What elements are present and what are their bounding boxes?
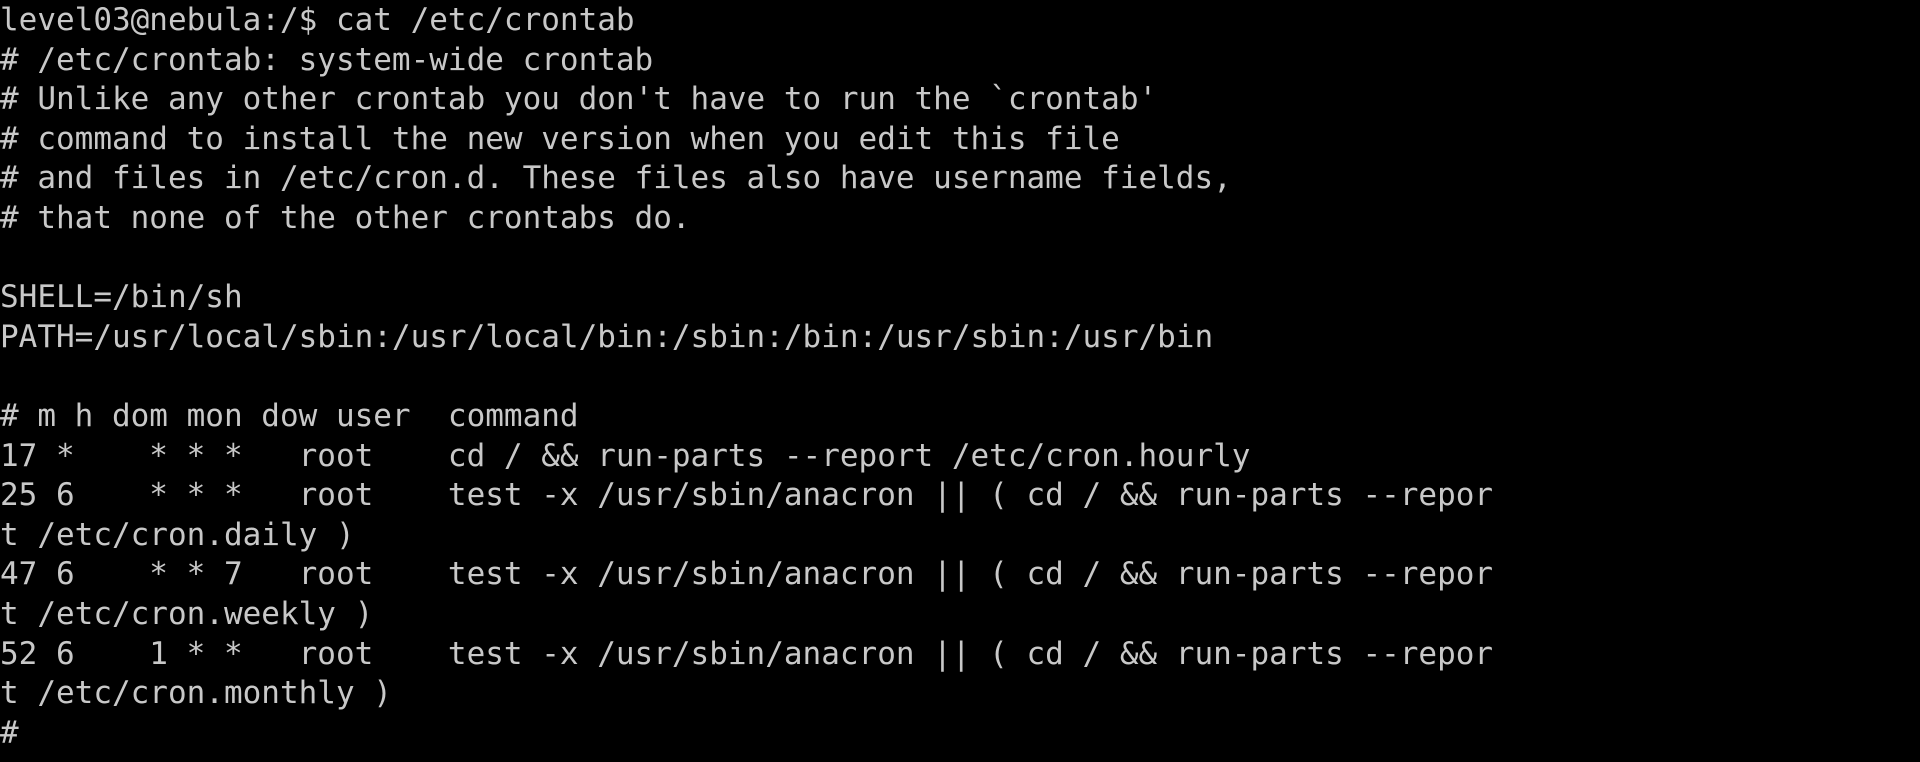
output-line: SHELL=/bin/sh	[0, 279, 243, 316]
output-line: #	[0, 714, 19, 751]
output-line: # and files in /etc/cron.d. These files …	[0, 160, 1232, 197]
shell-prompt-line: level03@nebula:/$ cat /etc/crontab	[0, 2, 635, 38]
crontab-entry-line: 47 6 * * 7 root test -x /usr/sbin/anacro…	[0, 556, 1494, 593]
crontab-header-line: # m h dom mon dow user command	[0, 397, 579, 434]
crontab-entry-continuation: t /etc/cron.weekly )	[0, 595, 374, 632]
terminal-window[interactable]: level03@nebula:/$ cat /etc/crontab # /et…	[0, 0, 1920, 762]
crontab-entry-continuation: t /etc/cron.monthly )	[0, 675, 392, 712]
output-line: # command to install the new version whe…	[0, 120, 1120, 157]
crontab-entry-line: 25 6 * * * root test -x /usr/sbin/anacro…	[0, 477, 1494, 514]
output-line: PATH=/usr/local/sbin:/usr/local/bin:/sbi…	[0, 318, 1214, 355]
crontab-entry-continuation: t /etc/cron.daily )	[0, 516, 355, 553]
output-line: # /etc/crontab: system-wide crontab	[0, 41, 654, 78]
crontab-entry-line: 17 * * * * root cd / && run-parts --repo…	[0, 437, 1251, 474]
output-line: # Unlike any other crontab you don't hav…	[0, 81, 1158, 118]
crontab-entry-line: 52 6 1 * * root test -x /usr/sbin/anacro…	[0, 635, 1494, 672]
output-line: # that none of the other crontabs do.	[0, 199, 691, 236]
